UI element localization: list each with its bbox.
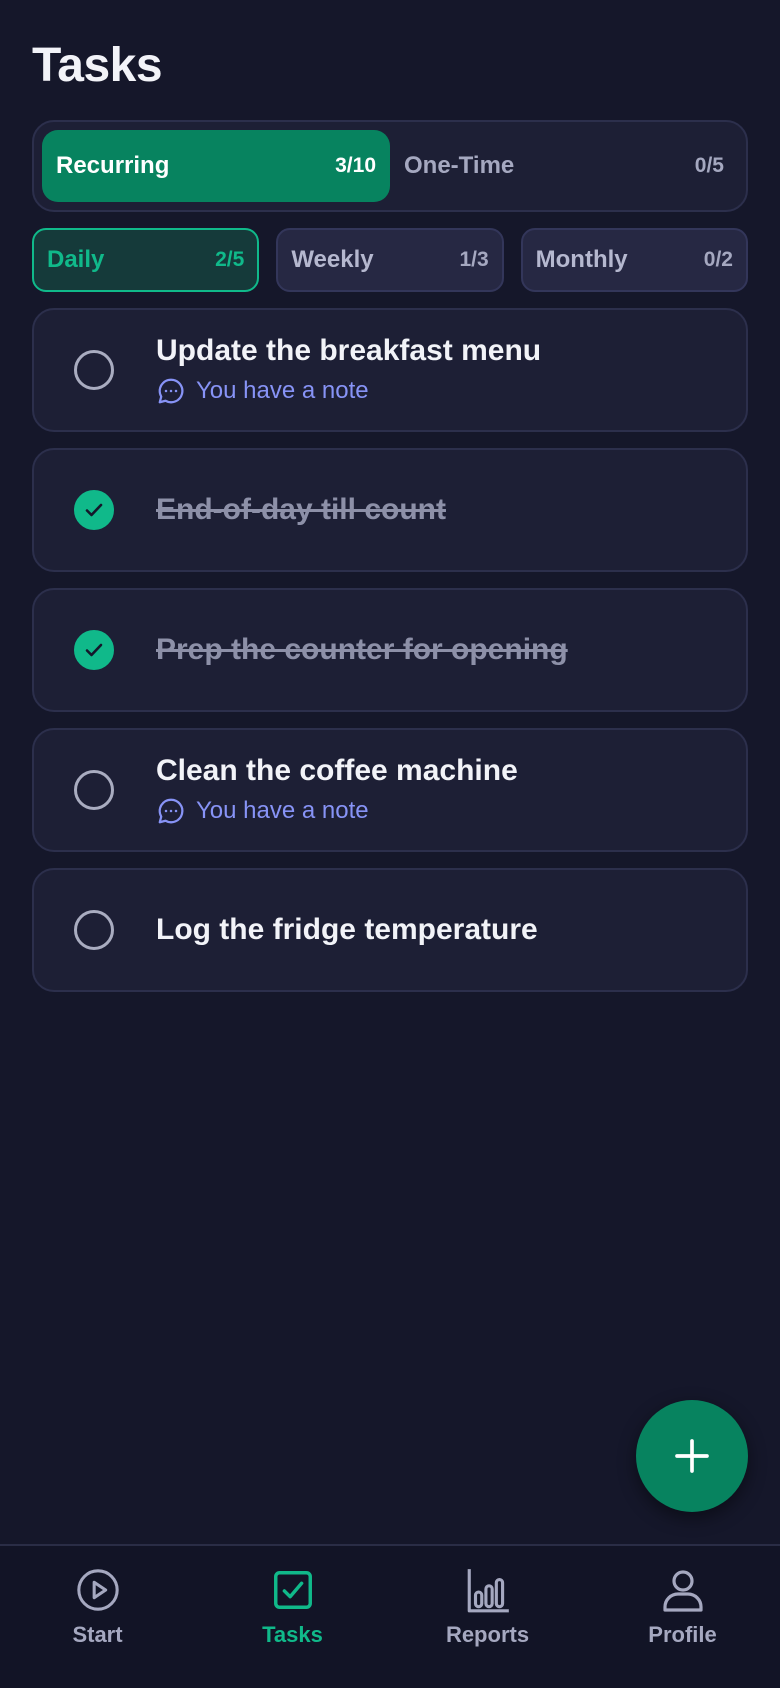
task-checkbox[interactable] [74,490,114,530]
task-title: Prep the counter for opening [156,633,568,666]
task-body: Prep the counter for opening [156,633,726,667]
chip-count: 1/3 [459,248,489,271]
task-note[interactable]: You have a note [156,796,726,826]
add-task-button[interactable] [636,1400,748,1512]
nav-label: Tasks [262,1622,323,1647]
note-text: You have a note [196,797,369,824]
checkmark-icon [85,643,103,657]
checkmark-icon [85,503,103,517]
filter-chip-weekly[interactable]: Weekly 1/3 [276,228,504,292]
tab-count: 0/5 [694,154,724,177]
nav-label: Profile [648,1622,717,1647]
task-checkbox[interactable] [74,350,114,390]
tab-label: Recurring [56,152,170,179]
task-title: Log the fridge temperature [156,913,538,946]
nav-label: Start [72,1622,123,1647]
checkbox-icon [273,1571,312,1609]
filter-chip-monthly[interactable]: Monthly 0/2 [520,228,748,292]
chip-count: 2/5 [215,248,245,271]
task-body: End-of-day till count [156,493,726,527]
chat-bubble-icon [158,798,184,824]
task-body: Log the fridge temperature [156,913,726,947]
tab-recurring[interactable]: Recurring 3/10 [42,130,390,202]
nav-item-reports[interactable]: Reports [390,1546,585,1688]
note-text: You have a note [196,377,369,404]
tasks-screen: Tasks Recurring 3/10 One-Time 0/5 Daily … [0,0,780,1688]
page-title: Tasks [32,39,163,92]
task-card[interactable]: Prep the counter for opening [32,588,748,712]
task-checkbox[interactable] [74,910,114,950]
user-icon [662,1570,703,1612]
plus-icon [675,1439,709,1473]
nav-item-start[interactable]: Start [0,1546,195,1688]
chip-label: Daily [47,246,105,273]
tab-one-time[interactable]: One-Time 0/5 [390,130,738,202]
task-card[interactable]: End-of-day till count [32,448,748,572]
task-card[interactable]: Clean the coffee machine You have a note [32,728,748,852]
task-title: End-of-day till count [156,493,446,526]
nav-item-profile[interactable]: Profile [585,1546,780,1688]
task-checkbox[interactable] [74,770,114,810]
task-card[interactable]: Log the fridge temperature [32,868,748,992]
chip-label: Monthly [535,246,628,273]
task-body: Clean the coffee machine You have a note [156,754,726,826]
bottom-navigation: Start Tasks Reports Profile [0,1544,780,1688]
task-card[interactable]: Update the breakfast menu You have a not… [32,308,748,432]
task-checkbox[interactable] [74,630,114,670]
task-body: Update the breakfast menu You have a not… [156,334,726,406]
chip-count: 0/2 [703,248,733,271]
nav-item-tasks[interactable]: Tasks [195,1546,390,1688]
filter-chip-daily[interactable]: Daily 2/5 [32,228,260,292]
frequency-filter: Daily 2/5 Weekly 1/3 Monthly 0/2 [32,228,748,292]
bar-chart-icon [467,1569,509,1613]
play-circle-icon [76,1569,119,1611]
task-title: Clean the coffee machine [156,754,518,787]
chat-bubble-icon [158,378,184,404]
tab-label: One-Time [404,152,515,179]
chip-label: Weekly [291,246,374,273]
task-note[interactable]: You have a note [156,376,726,406]
task-type-segmented-control: Recurring 3/10 One-Time 0/5 [32,120,748,212]
tab-count: 3/10 [335,154,376,177]
task-list: Update the breakfast menu You have a not… [32,308,748,1008]
task-title: Update the breakfast menu [156,334,542,367]
nav-label: Reports [445,1622,530,1647]
